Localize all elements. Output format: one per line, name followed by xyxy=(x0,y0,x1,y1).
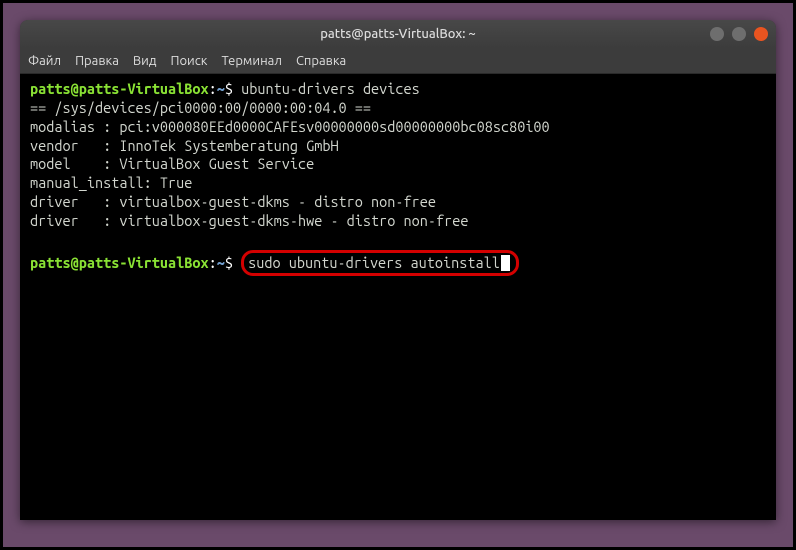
cursor xyxy=(501,255,510,271)
menu-help[interactable]: Справка xyxy=(296,54,346,68)
prompt-path: ~ xyxy=(217,80,225,97)
window-title: patts@patts-VirtualBox: ~ xyxy=(320,27,476,41)
menu-view[interactable]: Вид xyxy=(133,54,157,68)
prompt-sep: : xyxy=(209,254,217,271)
highlighted-command: sudo ubuntu-drivers autoinstall xyxy=(241,250,519,277)
minimize-button[interactable] xyxy=(710,27,724,41)
window-controls xyxy=(710,27,768,41)
prompt-user: patts@patts-VirtualBox xyxy=(30,80,209,97)
prompt-sep: : xyxy=(209,80,217,97)
menu-search[interactable]: Поиск xyxy=(170,54,207,68)
output-line: driver : virtualbox-guest-dkms - distro … xyxy=(30,193,766,212)
output-line: == /sys/devices/pci0000:00/0000:00:04.0 … xyxy=(30,99,766,118)
close-button[interactable] xyxy=(754,27,768,41)
prompt-user: patts@patts-VirtualBox xyxy=(30,254,209,271)
menu-terminal[interactable]: Терминал xyxy=(221,54,281,68)
prompt-symbol: $ xyxy=(225,80,233,97)
output-line: manual_install: True xyxy=(30,174,766,193)
output-line: vendor : InnoTek Systemberatung GmbH xyxy=(30,137,766,156)
command-text: ubuntu-drivers devices xyxy=(241,80,420,97)
menubar: Файл Правка Вид Поиск Терминал Справка xyxy=(20,48,776,74)
menu-edit[interactable]: Правка xyxy=(75,54,119,68)
command-text: sudo ubuntu-drivers autoinstall xyxy=(248,254,500,271)
maximize-button[interactable] xyxy=(732,27,746,41)
terminal-window: patts@patts-VirtualBox: ~ Файл Правка Ви… xyxy=(20,20,776,520)
output-line: model : VirtualBox Guest Service xyxy=(30,155,766,174)
prompt-path: ~ xyxy=(217,254,225,271)
output-line: driver : virtualbox-guest-dkms-hwe - dis… xyxy=(30,212,766,231)
prompt-symbol: $ xyxy=(225,254,233,271)
menu-file[interactable]: Файл xyxy=(28,54,61,68)
terminal-area[interactable]: patts@patts-VirtualBox:~$ ubuntu-drivers… xyxy=(20,74,776,520)
output-line: modalias : pci:v000080EEd0000CAFEsv00000… xyxy=(30,118,766,137)
titlebar: patts@patts-VirtualBox: ~ xyxy=(20,20,776,48)
